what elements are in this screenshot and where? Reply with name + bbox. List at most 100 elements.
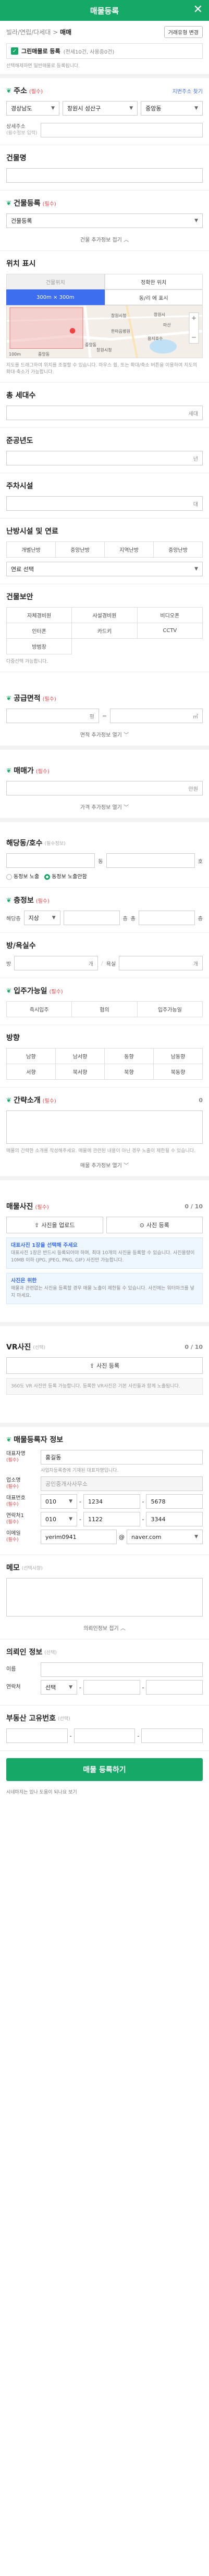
fuel-select[interactable]: 연료 선택 ▼ xyxy=(6,562,203,576)
ho-input[interactable] xyxy=(106,853,195,868)
realestate-id-part2[interactable] xyxy=(73,1728,136,1743)
direction-option[interactable]: 북향 xyxy=(105,1064,154,1080)
photo-upload-button[interactable]: ⇪ 사진을 업로드 xyxy=(6,1217,103,1233)
change-trade-type-button[interactable]: 거래유형 변경 xyxy=(164,26,203,38)
location-map[interactable]: + − 중앙동 창원시청 용지호수 한마음병원 중앙동 창원시 창원시청 마산 … xyxy=(6,305,203,358)
leaf-icon: ❦ xyxy=(6,896,12,904)
chevron-down-icon: ▼ xyxy=(194,218,198,223)
floor-input[interactable] xyxy=(63,911,120,925)
security-section: 건물보안 자체경비원 사설경비원 비디오폰 인터폰 카드키 CCTV 방범창 다… xyxy=(0,584,209,672)
security-option[interactable]: 사설경비원 xyxy=(72,608,138,623)
floor-type-select[interactable]: 지상 ▼ xyxy=(23,911,60,925)
green-listing-checkbox-row[interactable]: ✓ 그린매물로 등록 (전세10건, 사용중0건) xyxy=(6,43,203,59)
movein-option[interactable]: 협의 xyxy=(72,1002,138,1017)
chevron-down-icon: ▼ xyxy=(51,106,55,111)
city-select[interactable]: 창원시 성산구 ▼ xyxy=(63,101,138,116)
province-select[interactable]: 경상남도 ▼ xyxy=(6,101,60,116)
area-more-toggle[interactable]: 면적 추가정보 열기 ﹀ xyxy=(6,730,203,738)
heating-option[interactable]: 개별난방 xyxy=(7,542,56,558)
client-phone-middle-input[interactable] xyxy=(83,1680,140,1695)
building-name-input[interactable] xyxy=(6,168,203,183)
leaf-icon: ❦ xyxy=(6,767,12,774)
realestate-id-part3[interactable] xyxy=(141,1728,203,1743)
footer-text[interactable]: 시네마지는 있나 도움이 되나요 보기 xyxy=(0,1781,209,1802)
vr-section: VR사진 (선택) 0 / 10 ⇪ 사진 등록 360도 VR 사진만 등록 가능… xyxy=(0,1326,209,1427)
svg-text:−: − xyxy=(191,334,196,341)
tab-300m-area[interactable]: 300m × 300m xyxy=(6,289,105,305)
direction-option[interactable]: 동향 xyxy=(105,1049,154,1064)
building-register-select[interactable]: 건물등록 ▼ xyxy=(6,213,203,228)
security-option[interactable]: 자체경비원 xyxy=(7,608,72,623)
close-icon[interactable]: ✕ xyxy=(193,4,203,16)
room-count-input[interactable]: 개 xyxy=(14,956,99,970)
checkbox-icon[interactable]: ✓ xyxy=(11,47,18,55)
tel-prefix-select[interactable]: 010 ▼ xyxy=(41,1494,77,1509)
parking-input[interactable]: 대 xyxy=(6,496,203,511)
chevron-down-icon: ﹀ xyxy=(124,733,129,738)
office-name-input[interactable]: 공인중개사사무소 xyxy=(41,1476,203,1491)
security-option[interactable]: CCTV xyxy=(137,623,203,639)
bath-count-input[interactable]: 개 xyxy=(119,956,203,970)
vr-register-button[interactable]: ⇪ 사진 등록 xyxy=(6,1357,203,1374)
security-option[interactable]: 카드키 xyxy=(72,623,138,639)
dong-input[interactable] xyxy=(6,853,95,868)
chevron-down-icon: ▼ xyxy=(69,1499,72,1504)
detail-address-input[interactable] xyxy=(41,123,203,137)
listing-more-toggle[interactable]: 매물 추가정보 열기 ﹀ xyxy=(6,1161,203,1169)
direction-option[interactable]: 남동향 xyxy=(154,1049,203,1064)
mobile-last-input[interactable]: 3344 xyxy=(146,1512,203,1526)
dong-hide-radio[interactable]: 동정보 노출안함 xyxy=(44,872,87,880)
direction-option[interactable]: 북서향 xyxy=(56,1064,105,1080)
security-option[interactable]: 인터폰 xyxy=(7,623,72,639)
photo-register-button[interactable]: ⊙ 사진 등록 xyxy=(106,1217,203,1233)
submit-listing-button[interactable]: 매물 등록하기 xyxy=(6,1758,203,1781)
email-id-input[interactable]: yerim0941 xyxy=(41,1530,117,1544)
households-input[interactable]: 세대 xyxy=(6,406,203,420)
address-toggle-link[interactable]: 지번주소 찾기 xyxy=(173,87,203,95)
direction-option[interactable]: 북동향 xyxy=(154,1064,203,1080)
realestate-id-part1[interactable] xyxy=(6,1728,68,1743)
tel-middle-input[interactable]: 1234 xyxy=(83,1494,140,1509)
client-phone-prefix-select[interactable]: 선택 ▼ xyxy=(41,1680,77,1695)
movein-option[interactable]: 입주가능일 xyxy=(137,1002,203,1017)
client-name-input[interactable] xyxy=(41,1662,203,1677)
mobile-middle-input[interactable]: 1122 xyxy=(83,1512,140,1526)
direction-option[interactable]: 남서향 xyxy=(56,1049,105,1064)
tab-dong-ri[interactable]: 동/리 에 표시 xyxy=(104,289,203,305)
total-floor-input[interactable] xyxy=(138,911,195,925)
parking-section: 주차시설 대 xyxy=(0,473,209,519)
tab-exact-location[interactable]: 정확한 위치 xyxy=(104,274,203,289)
mobile-prefix-select[interactable]: 010 ▼ xyxy=(41,1512,77,1526)
heating-option[interactable]: 중앙난방 xyxy=(154,542,203,558)
direction-option[interactable]: 남향 xyxy=(7,1049,56,1064)
price-more-toggle[interactable]: 가격 추가정보 열기 ﹀ xyxy=(6,803,203,811)
completion-year-input[interactable]: 년 xyxy=(6,451,203,465)
chevron-down-icon: ▼ xyxy=(69,1517,72,1522)
client-info-toggle[interactable]: 의뢰인정보 접기 ︿ xyxy=(6,1624,203,1632)
sale-price-input[interactable]: 만원 xyxy=(6,781,203,795)
chevron-up-icon: ︿ xyxy=(124,237,129,243)
area-pyeong-input[interactable]: 평 xyxy=(6,709,99,723)
building-more-toggle[interactable]: 건물 추가정보 접기 ︿ xyxy=(6,235,203,243)
heating-section: 난방시설 및 연료 개별난방 중앙난방 지역난방 중앙난방 연료 선택 ▼ xyxy=(0,519,209,584)
security-option[interactable]: 비디오폰 xyxy=(137,608,203,623)
direction-option[interactable]: 서향 xyxy=(7,1064,56,1080)
client-phone-last-input[interactable] xyxy=(146,1680,203,1695)
email-domain-select[interactable]: naver.com ▼ xyxy=(127,1530,203,1544)
tel-last-input[interactable]: 5678 xyxy=(146,1494,203,1509)
movein-option[interactable]: 즉시입주 xyxy=(7,1002,72,1017)
memo-textarea[interactable] xyxy=(6,1578,203,1617)
security-option[interactable]: 방범창 xyxy=(7,639,72,654)
building-register-section: ❦ 건물등록 (필수) 건물등록 ▼ 건물 추가정보 접기 ︿ xyxy=(0,191,209,251)
listing-type-section: 빌라/연립/다세대 > 매매 거래유형 변경 ✓ 그린매물로 등록 (전세10건… xyxy=(0,21,209,78)
representative-name-input[interactable]: 홍길동 xyxy=(41,1450,203,1464)
district-select[interactable]: 중앙동 ▼ xyxy=(141,101,203,116)
intro-textarea[interactable] xyxy=(6,1110,203,1144)
page-title: 매물등록 xyxy=(90,6,119,16)
dong-show-radio[interactable]: 동정보 노출 xyxy=(6,872,39,880)
tab-building-location[interactable]: 건물위치 xyxy=(6,274,105,289)
intro-note: 매물의 간략한 소개를 작성해주세요. 매물에 관련된 내용이 아닌 경우 노출… xyxy=(6,1148,195,1154)
heating-option[interactable]: 중앙난방 xyxy=(56,542,105,558)
heating-option[interactable]: 지역난방 xyxy=(105,542,154,558)
area-sqm-input[interactable]: ㎡ xyxy=(110,709,203,723)
